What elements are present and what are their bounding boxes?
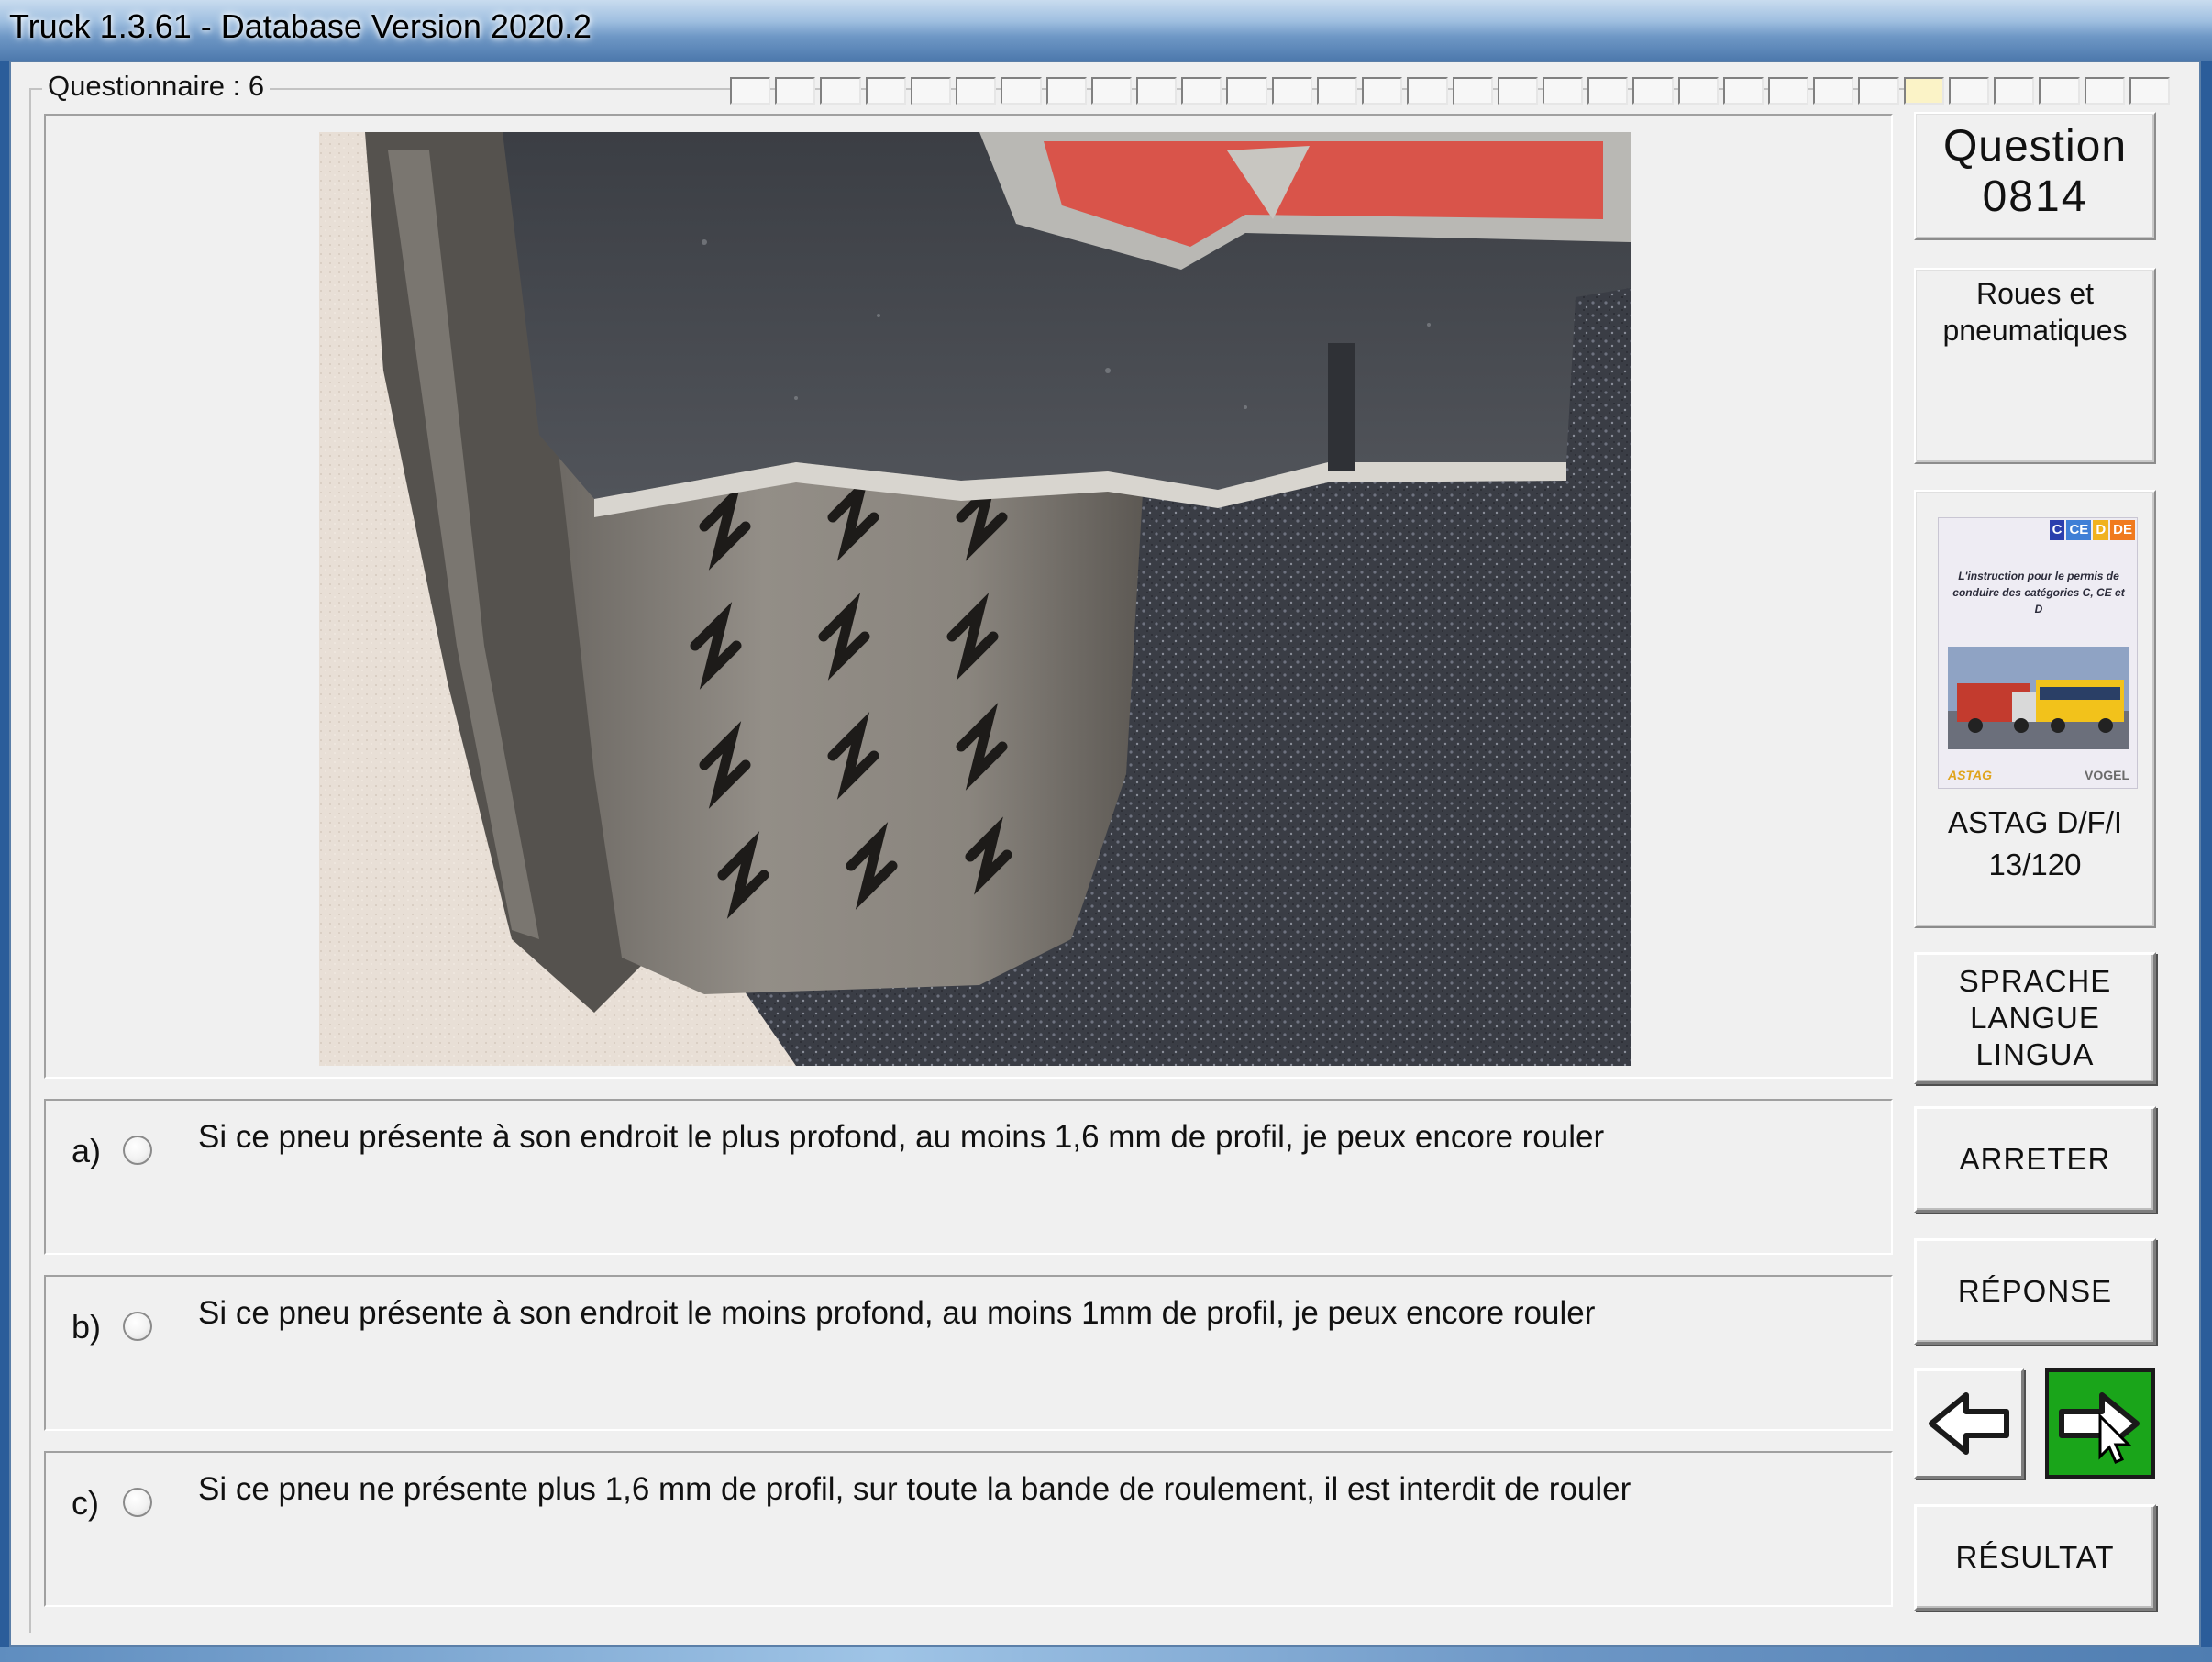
book-caption: ASTAG D/F/I 13/120 xyxy=(1916,802,2154,886)
previous-question-button[interactable] xyxy=(1914,1368,2024,1479)
progress-segment xyxy=(1722,77,1764,105)
progress-segment xyxy=(730,77,771,105)
arrow-right-icon xyxy=(2059,1392,2140,1464)
progress-segment xyxy=(1271,77,1312,105)
progress-segment xyxy=(1362,77,1403,105)
book-cover-text: L'instruction pour le permis de conduire… xyxy=(1952,570,2125,615)
book-caption-page: 13/120 xyxy=(1988,848,2082,881)
publisher-left-logo: ASTAG xyxy=(1948,768,1992,782)
progress-segment xyxy=(1768,77,1809,105)
answer-text: Si ce pneu présente à son endroit le plu… xyxy=(198,1119,1605,1155)
answer-c-radio[interactable] xyxy=(123,1488,152,1517)
progress-segment xyxy=(1542,77,1584,105)
progress-segment xyxy=(1632,77,1674,105)
progress-segment xyxy=(1994,77,2035,105)
questionnaire-label: Questionnaire : 6 xyxy=(42,70,271,103)
book-vehicles-picture xyxy=(1948,647,2129,749)
book-badge: C xyxy=(2049,520,2065,540)
progress-segment xyxy=(1452,77,1493,105)
book-badge: CE xyxy=(2066,520,2092,540)
book-badge: DE xyxy=(2110,520,2135,540)
progress-segment xyxy=(1045,77,1087,105)
next-question-button[interactable] xyxy=(2045,1368,2155,1479)
language-label-it: LINGUA xyxy=(1975,1037,2095,1071)
progress-segment xyxy=(2039,77,2080,105)
questionnaire-progress xyxy=(730,77,2170,105)
progress-segment xyxy=(865,77,906,105)
progress-segment xyxy=(1090,77,1132,105)
book-cover-image: C CE D DE L'instruction pour le permis d… xyxy=(1938,517,2138,789)
answer-option-b[interactable]: b) Si ce pneu présente à son endroit le … xyxy=(44,1275,1893,1431)
title-bar[interactable]: Truck 1.3.61 - Database Version 2020.2 xyxy=(0,0,2212,61)
result-label: RÉSULTAT xyxy=(1955,1540,2115,1574)
progress-segment xyxy=(910,77,952,105)
question-category: Roues et pneumatiques xyxy=(1942,277,2128,347)
window-title: Truck 1.3.61 - Database Version 2020.2 xyxy=(9,7,592,45)
progress-segment xyxy=(1813,77,1854,105)
progress-segment xyxy=(2084,77,2125,105)
progress-segment xyxy=(1316,77,1358,105)
answer-text: Si ce pneu ne présente plus 1,6 mm de pr… xyxy=(198,1471,1631,1507)
question-category-box: Roues et pneumatiques xyxy=(1914,268,2156,464)
language-label-fr: LANGUE xyxy=(1970,1001,2100,1035)
language-label-de: SPRACHE xyxy=(1958,964,2112,998)
answer-letter: c) xyxy=(72,1484,99,1522)
tire-photo xyxy=(319,132,1631,1066)
progress-segment xyxy=(820,77,861,105)
book-category-badges: C CE D DE xyxy=(2049,520,2135,540)
answer-a-radio[interactable] xyxy=(123,1136,152,1165)
answer-letter: b) xyxy=(72,1308,102,1346)
progress-segment xyxy=(1497,77,1538,105)
stop-label: ARRETER xyxy=(1959,1142,2111,1176)
progress-segment xyxy=(775,77,816,105)
answer-text: Si ce pneu présente à son endroit le moi… xyxy=(198,1295,1596,1331)
progress-segment xyxy=(1181,77,1222,105)
progress-segment xyxy=(1001,77,1042,105)
show-answer-button[interactable]: RÉPONSE xyxy=(1914,1238,2156,1345)
window-bottom-edge xyxy=(0,1647,2212,1662)
progress-segment xyxy=(1226,77,1267,105)
answer-option-a[interactable]: a) Si ce pneu présente à son endroit le … xyxy=(44,1099,1893,1255)
publisher-right-logo: VOGEL xyxy=(2084,768,2129,782)
question-image-panel xyxy=(44,114,1893,1079)
book-caption-title: ASTAG D/F/I xyxy=(1947,805,2123,839)
progress-segment xyxy=(1587,77,1629,105)
progress-segment xyxy=(2129,77,2170,105)
answer-option-c[interactable]: c) Si ce pneu ne présente plus 1,6 mm de… xyxy=(44,1451,1893,1607)
question-label: Question xyxy=(1942,122,2128,171)
result-button[interactable]: RÉSULTAT xyxy=(1914,1504,2156,1611)
answer-label: RÉPONSE xyxy=(1957,1274,2113,1308)
progress-segment xyxy=(1135,77,1178,105)
answer-letter: a) xyxy=(72,1132,102,1169)
book-badge: D xyxy=(2093,520,2109,540)
language-button[interactable]: SPRACHE LANGUE LINGUA xyxy=(1914,952,2156,1084)
progress-segment xyxy=(1407,77,1448,105)
book-publishers: ASTAG VOGEL xyxy=(1948,768,2129,782)
progress-segment xyxy=(1858,77,1899,105)
progress-segment xyxy=(1677,77,1719,105)
app-window: Questionnaire : 6 a) Si ce pneu présente… xyxy=(9,61,2201,1647)
arrow-left-icon xyxy=(1929,1392,2009,1455)
question-number: 0814 xyxy=(1982,172,2088,221)
stop-button[interactable]: ARRETER xyxy=(1914,1106,2156,1213)
progress-segment xyxy=(956,77,997,105)
reference-book-box: C CE D DE L'instruction pour le permis d… xyxy=(1914,490,2156,928)
question-number-box: Question 0814 xyxy=(1914,112,2156,240)
progress-segment-current xyxy=(1903,77,1944,105)
answer-b-radio[interactable] xyxy=(123,1312,152,1341)
progress-segment xyxy=(1948,77,1990,105)
